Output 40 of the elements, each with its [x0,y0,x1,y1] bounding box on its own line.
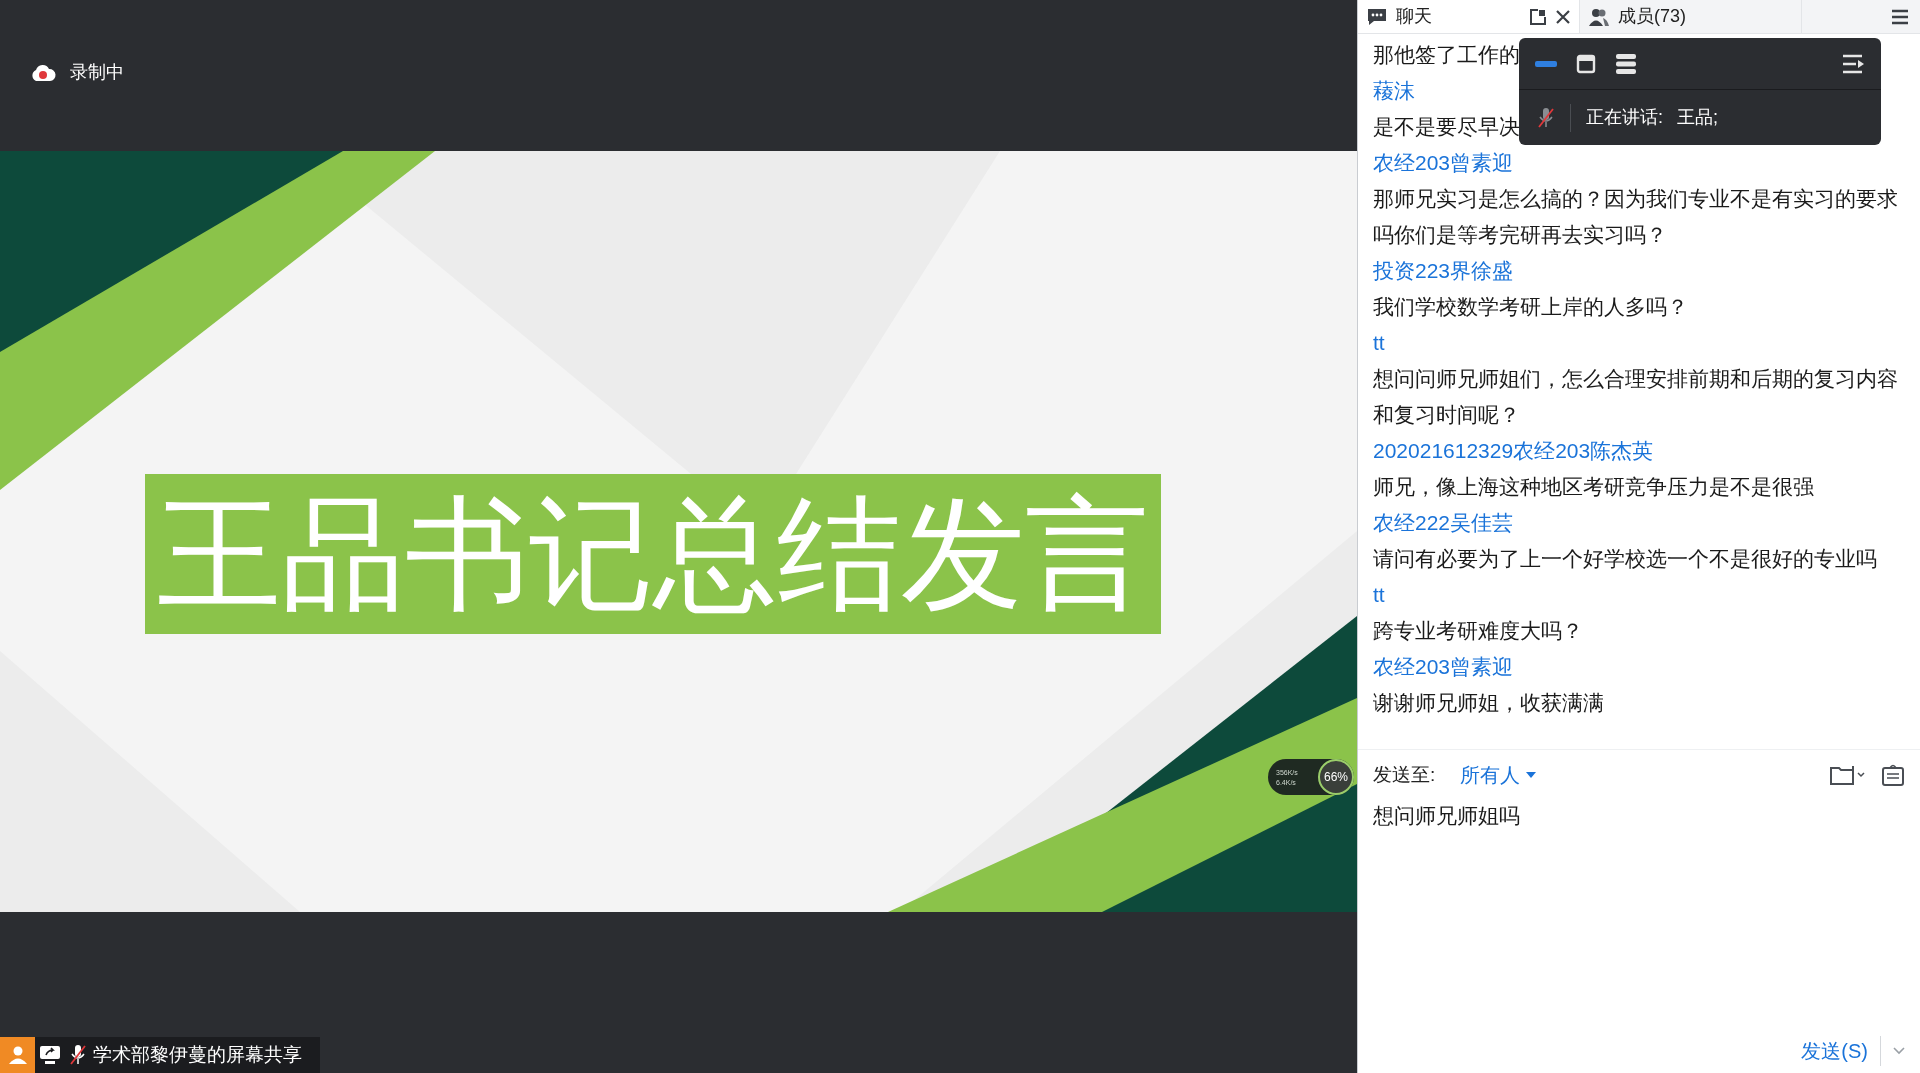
chat-message: 我们学校数学考研上岸的人多吗？ [1373,294,1688,320]
sender-name: 农经222吴佳芸 [1373,510,1514,536]
folder-icon[interactable] [1829,764,1865,786]
chat-message: 请问有必要为了上一个好学校选一个不是很好的专业吗 [1373,546,1877,572]
chat-message: 师兄，像上海这种地区考研竞争压力是不是很强 [1373,474,1814,500]
speaking-label: 正在讲话: [1586,106,1663,129]
chat-message: 那他签了工作的 [1373,42,1520,68]
sender-name: 投资223界徐盛 [1373,258,1514,284]
chat-bubble-icon [1366,6,1388,27]
chat-message: 那师兄实习是怎么搞的？因为我们专业不是有实习的要求吗你们是等考完研再去实习吗？ [1373,186,1899,248]
chat-message: 谢谢师兄师姐，收获满满 [1373,690,1604,716]
speaker-name: 王品; [1677,106,1719,129]
caret-icon [1526,772,1536,778]
send-to-label: 发送至: [1373,762,1437,787]
chat-message: 跨专业考研难度大吗？ [1373,618,1583,644]
sender-name: tt [1373,582,1385,608]
menu-icon[interactable] [1891,8,1909,25]
recording-label: 录制中 [70,61,124,84]
chevron-down-icon[interactable] [1893,1047,1905,1055]
chat-tab[interactable]: 聊天 [1358,0,1580,33]
collapse-icon[interactable] [1842,52,1866,75]
sender-name: 农经203曾素迎 [1373,654,1514,680]
chat-message: 是不是要尽早决 [1373,114,1520,140]
sender-name: tt [1373,330,1385,356]
notice-board-icon[interactable] [1881,763,1905,787]
sender-name: 薐沫 [1373,78,1415,104]
share-label: 学术部黎伊蔓的屏幕共享 [93,1042,302,1067]
sender-name: 农经203曾素迎 [1373,150,1514,176]
load-gauge: 66% [1318,759,1354,795]
recipient-dropdown[interactable]: 所有人 [1460,760,1536,790]
popout-icon [1529,7,1547,26]
slide-title: 王品书记总结发言 [145,474,1161,634]
sender-name: 202021612329农经203陈杰英 [1373,438,1654,464]
list-layout-icon[interactable] [1614,51,1638,76]
person-icon [0,1037,35,1073]
screen-share-icon [39,1045,61,1065]
send-button[interactable]: 发送(S) [1801,1036,1881,1066]
close-icon [1555,8,1571,25]
people-icon [1588,6,1610,27]
chat-message: 想问问师兄师姐们，怎么合理安排前期和后期的复习内容和复习时间呢？ [1373,366,1899,428]
